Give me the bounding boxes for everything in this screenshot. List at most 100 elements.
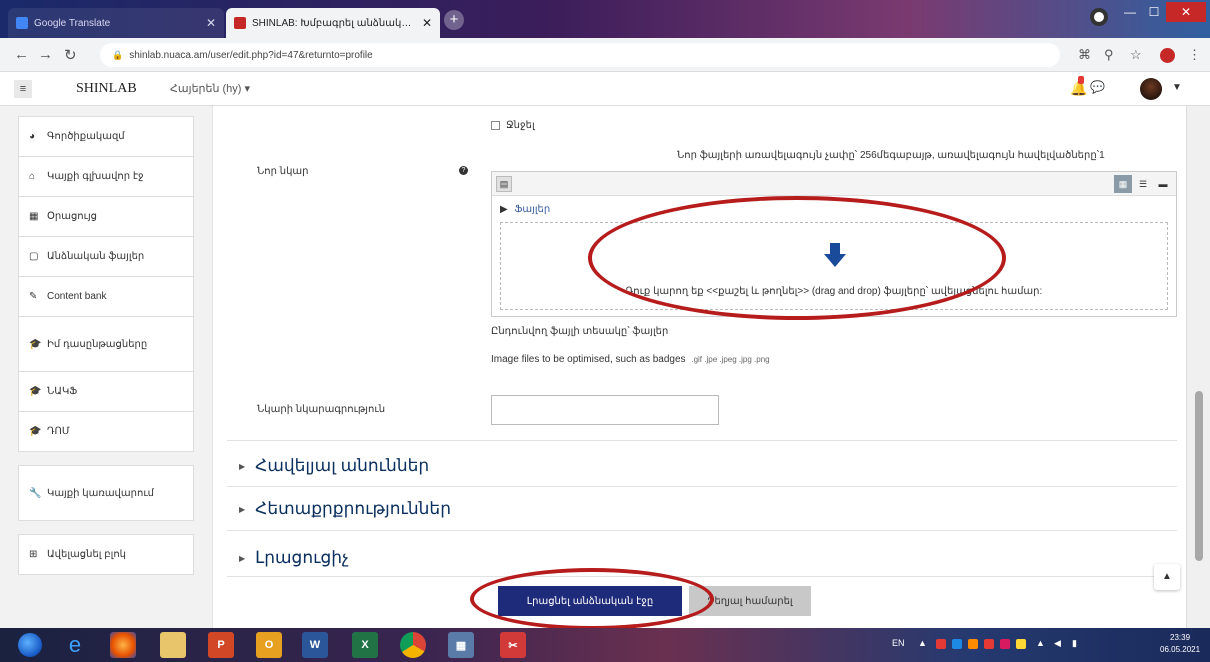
tray-app-icon[interactable] — [968, 639, 978, 649]
tray-app-icon[interactable] — [1000, 639, 1010, 649]
sidebar-item-course-2[interactable]: 🎓 ԴՈՄ — [18, 411, 194, 452]
page-scrollbar[interactable] — [1186, 106, 1210, 628]
keyboard-language[interactable]: EN — [892, 638, 905, 648]
window-close-button[interactable]: ✕ — [1166, 2, 1206, 22]
tray-app-icon[interactable] — [936, 639, 946, 649]
file-explorer-icon[interactable] — [160, 632, 186, 658]
dashboard-icon: ◕ — [29, 131, 36, 142]
drop-zone[interactable]: Դուք կարող եք <<քաշել և թողնել>> (drag a… — [500, 222, 1168, 310]
url-field[interactable]: 🔒 shinlab.nuaca.am/user/edit.php?id=47&r… — [100, 43, 1060, 67]
tray-app-icon[interactable] — [984, 639, 994, 649]
windows-start-icon[interactable] — [18, 633, 42, 657]
plus-square-icon: ⊞ — [29, 549, 38, 560]
battery-icon[interactable]: ▮ — [1072, 638, 1077, 649]
update-profile-button[interactable]: Լրացնել անձնական էջը — [498, 586, 682, 616]
view-list-icon[interactable]: ☰ — [1134, 175, 1152, 193]
sidebar-item-calendar[interactable]: ▦ Օրացույց — [18, 196, 194, 237]
main-content: Ջնջել Նոր նկար ? Նոր ֆայլերի առավելագույ… — [212, 106, 1186, 628]
powerpoint-icon[interactable]: P — [208, 632, 234, 658]
section-title: Հավելյալ անուններ — [255, 456, 430, 475]
scrollbar-thumb[interactable] — [1195, 391, 1203, 561]
outlook-icon[interactable]: O — [256, 632, 282, 658]
moodle-favicon-icon — [234, 17, 246, 29]
section-interests[interactable]: ▶ Հետաքրքրություններ — [239, 499, 451, 519]
clock-time: 23:39 — [1170, 633, 1191, 642]
hamburger-menu-icon[interactable]: ≡ — [14, 80, 32, 98]
site-name[interactable]: SHINLAB — [76, 81, 137, 97]
sidebar-item-course-1[interactable]: 🎓 ՆԱԿՖ — [18, 371, 194, 412]
new-tab-button[interactable]: + — [444, 10, 464, 30]
folder-path[interactable]: ▶ Ֆայլեր — [500, 204, 550, 215]
optimised-text: Image files to be optimised, such as bad… — [491, 354, 686, 365]
reload-icon[interactable]: ↻ — [64, 46, 77, 64]
taskbar-clock[interactable]: 23:39 06.05.2021 — [1160, 632, 1200, 656]
add-file-icon[interactable]: ▤ — [496, 176, 512, 192]
max-size-info: Նոր ֆայլերի առավելագույն չափը՝ 256մեգաբա… — [677, 150, 1105, 161]
chevron-down-icon[interactable]: ▼ — [1172, 82, 1182, 93]
url-text: shinlab.nuaca.am/user/edit.php?id=47&ret… — [129, 49, 373, 61]
tray-app-icon[interactable] — [1016, 639, 1026, 649]
sidebar-item-content-bank[interactable]: ✎ Content bank — [18, 276, 194, 317]
sidebar-item-my-courses[interactable]: 🎓 Իմ դասընթացները — [18, 316, 194, 372]
sidebar-item-site-admin[interactable]: 🔧 Կայքի կառավարում — [18, 465, 194, 521]
notification-badge — [1078, 76, 1084, 84]
firefox-icon[interactable] — [110, 632, 136, 658]
calculator-icon[interactable]: ▦ — [448, 632, 474, 658]
section-title: Հետաքրքրություններ — [255, 499, 451, 518]
view-icons-icon[interactable]: ▦ — [1114, 175, 1132, 193]
delete-picture-checkbox-row[interactable]: Ջնջել — [491, 120, 535, 131]
internet-explorer-icon[interactable]: e — [62, 632, 88, 658]
messages-icon[interactable]: 💬 — [1090, 80, 1105, 94]
user-avatar[interactable] — [1140, 78, 1162, 100]
divider — [227, 486, 1177, 487]
bookmark-star-icon[interactable]: ☆ — [1130, 47, 1142, 63]
tab-google-translate[interactable]: Google Translate ✕ — [8, 8, 224, 38]
network-icon[interactable]: ▲ — [1036, 638, 1045, 648]
tray-app-icon[interactable] — [952, 639, 962, 649]
file-icon: ▢ — [29, 251, 39, 262]
maximize-button[interactable]: ☐ — [1142, 2, 1166, 22]
recording-icon — [1090, 8, 1108, 26]
translate-icon[interactable]: ⌘ — [1078, 47, 1091, 63]
sidebar-item-label: Օրացույց — [47, 211, 98, 222]
tray-chevron-icon[interactable]: ▲ — [918, 638, 927, 648]
download-arrow-icon — [824, 243, 846, 267]
excel-icon[interactable]: X — [352, 632, 378, 658]
tab-title: Google Translate — [34, 17, 111, 29]
view-tree-icon[interactable]: ▬ — [1154, 175, 1172, 193]
sidebar-item-dashboard[interactable]: ◕ Գործիքակազմ — [18, 116, 194, 157]
sidebar-item-site-home[interactable]: ⌂ Կայքի գլխավոր էջ — [18, 156, 194, 197]
sidebar-item-add-block[interactable]: ⊞ Ավելացնել բլոկ — [18, 534, 194, 575]
sidebar-item-private-files[interactable]: ▢ Անձնական ֆայլեր — [18, 236, 194, 277]
minimize-button[interactable]: — — [1118, 2, 1142, 22]
section-additional-names[interactable]: ▶ Հավելյալ անուններ — [239, 456, 429, 476]
browser-profile-avatar[interactable] — [1160, 48, 1175, 63]
calendar-icon: ▦ — [29, 211, 39, 222]
divider — [227, 576, 1177, 577]
zoom-icon[interactable]: ⚲ — [1104, 47, 1114, 63]
cancel-button[interactable]: Չեղյալ համարել — [689, 586, 811, 616]
section-optional[interactable]: ▶ Լրացուցիչ — [239, 548, 349, 568]
divider — [227, 440, 1177, 441]
tab-shinlab[interactable]: SHINLAB: Խմբագրել անձնական պրոֆիլը ✕ — [226, 8, 440, 38]
back-icon[interactable]: ← — [14, 46, 29, 63]
delete-picture-checkbox[interactable] — [491, 121, 500, 130]
close-icon[interactable]: ✕ — [206, 16, 216, 30]
folder-icon: ▶ — [500, 204, 508, 215]
picture-description-input[interactable] — [491, 395, 719, 425]
word-icon[interactable]: W — [302, 632, 328, 658]
chrome-icon[interactable] — [400, 632, 426, 658]
picture-description-label: Նկարի նկարագրություն — [257, 404, 386, 415]
browser-menu-icon[interactable]: ⋮ — [1188, 47, 1201, 63]
home-icon: ⌂ — [29, 171, 36, 182]
back-to-top-arrow-icon[interactable]: ▲ — [1154, 564, 1180, 590]
file-manager: ▤ ▦ ☰ ▬ ▶ Ֆայլեր Դուք կարող եք <<քաշել և… — [491, 171, 1177, 317]
sidebar-item-label: Կայքի գլխավոր էջ — [47, 171, 144, 182]
help-icon[interactable]: ? — [459, 166, 468, 175]
close-icon[interactable]: ✕ — [422, 16, 432, 30]
language-menu[interactable]: Հայերեն (hy) ▾ — [170, 82, 250, 95]
sidebar-item-label: Գործիքակազմ — [47, 131, 125, 142]
snipping-tool-icon[interactable]: ✂ — [500, 632, 526, 658]
forward-icon[interactable]: → — [38, 46, 53, 63]
volume-icon[interactable]: ◀ — [1054, 638, 1061, 649]
